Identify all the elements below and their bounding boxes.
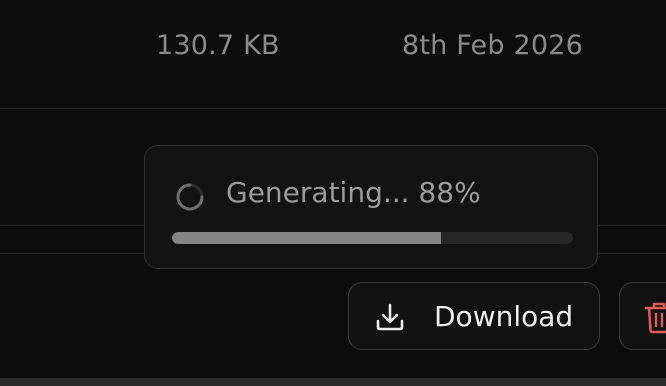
delete-button[interactable] <box>619 282 666 350</box>
progress-track <box>172 232 573 244</box>
file-date: 8th Feb 2026 <box>402 30 583 61</box>
download-button[interactable]: Download <box>348 282 600 350</box>
file-list-panel: 130.7 KB 8th Feb 2026 Generating... 88% … <box>0 0 666 386</box>
generation-progress-card: Generating... 88% <box>144 145 598 269</box>
trash-icon <box>644 302 666 334</box>
file-size: 130.7 KB <box>156 30 280 61</box>
download-label: Download <box>434 300 574 333</box>
file-row: 130.7 KB 8th Feb 2026 <box>0 0 666 109</box>
spinner-icon <box>176 183 204 211</box>
progress-fill <box>172 232 441 244</box>
download-icon <box>376 303 404 331</box>
bottom-scroll-edge <box>0 378 666 386</box>
generation-status-text: Generating... 88% <box>226 176 481 209</box>
